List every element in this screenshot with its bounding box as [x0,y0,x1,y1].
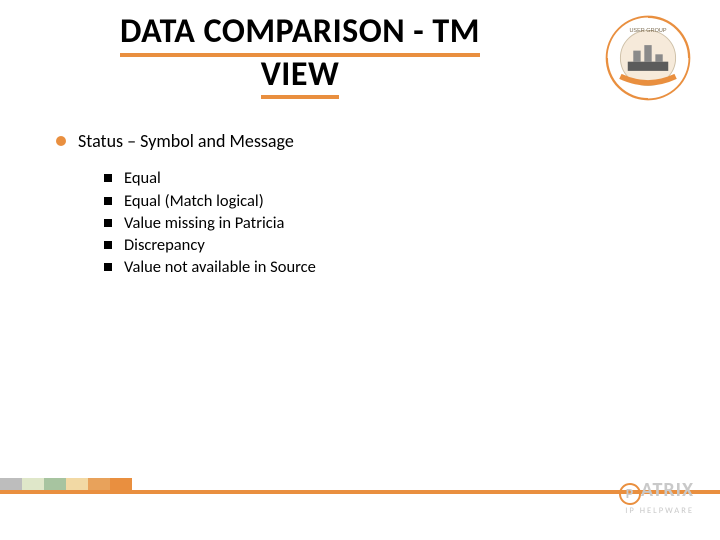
stripe-seg [88,478,110,490]
svg-text:USER GROUP: USER GROUP [629,28,666,34]
slide: DATA COMPARISON - TM VIEW USER GROUP Sta… [0,0,720,540]
list-item-text: Discrepancy [124,234,205,256]
stripe-seg [22,478,44,490]
title-line-2: VIEW [261,57,340,100]
footer-rule [0,490,720,494]
color-stripe [0,478,132,490]
stripe-seg [66,478,88,490]
title-line-1: DATA COMPARISON - TM [120,14,480,57]
square-bullet-icon [104,241,112,249]
slide-body: Status – Symbol and Message Equal Equal … [56,130,680,279]
brand-tagline: IP HELPWARE [619,507,694,516]
square-bullet-icon [104,263,112,271]
slide-title: DATA COMPARISON - TM VIEW [80,14,520,99]
brand-name-text: ATRIX [641,478,694,502]
brand-logo: PATRIX IP HELPWARE [619,480,694,516]
sub-list: Equal Equal (Match logical) Value missin… [104,167,680,278]
list-item-text: Value not available in Source [124,256,316,278]
stripe-seg [110,478,132,490]
footer: PATRIX IP HELPWARE [0,478,720,522]
list-item-text: Equal [124,167,161,189]
list-item-text: Value missing in Patricia [124,212,284,234]
list-item: Value not available in Source [104,256,680,278]
bullet-level1: Status – Symbol and Message [56,130,680,153]
letter-p-icon: P [619,483,641,505]
stripe-seg [0,478,22,490]
list-item: Equal (Match logical) [104,190,680,212]
brand-name: PATRIX [619,480,694,505]
square-bullet-icon [104,197,112,205]
list-item: Equal [104,167,680,189]
stripe-seg [44,478,66,490]
list-item-text: Equal (Match logical) [124,190,264,212]
list-item: Value missing in Patricia [104,212,680,234]
bullet-level1-text: Status – Symbol and Message [78,130,294,153]
square-bullet-icon [104,219,112,227]
square-bullet-icon [104,174,112,182]
conference-badge-icon: USER GROUP [602,12,694,104]
list-item: Discrepancy [104,234,680,256]
bullet-dot-icon [56,136,66,146]
